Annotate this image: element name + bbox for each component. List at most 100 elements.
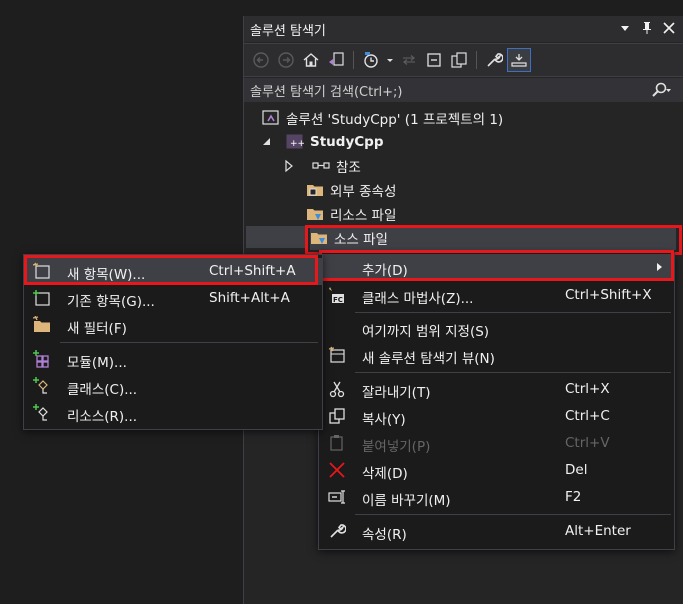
resource-files-label: 리소스 파일 — [330, 208, 397, 224]
cpp-project-icon: ++ — [286, 133, 304, 151]
svg-text:FC: FC — [333, 296, 343, 304]
switch-views-icon[interactable] — [325, 49, 347, 71]
submenu-class-label: 클래스(C)... — [67, 382, 138, 398]
panel-title-bar: 솔루션 탐색기 — [244, 16, 683, 42]
properties-wrench-icon[interactable] — [483, 49, 505, 71]
class-icon — [33, 377, 51, 395]
submenu-resource-label: 리소스(R)... — [67, 409, 138, 425]
menu-item-properties[interactable]: 속성(R) Alt+Enter — [319, 518, 674, 545]
svg-text:++: ++ — [290, 139, 304, 149]
tree-item-resource-files[interactable]: 리소스 파일 — [306, 202, 396, 226]
menu-item-rename-label: 이름 바꾸기(M) — [362, 493, 451, 509]
menu-item-copy-shortcut: Ctrl+C — [565, 408, 610, 424]
menu-item-paste-label: 붙여넣기(P) — [362, 439, 431, 455]
menu-item-delete-shortcut: Del — [565, 462, 588, 478]
resource-folder-icon — [306, 205, 324, 223]
submenu-item-new-item[interactable]: 새 항목(W)... Ctrl+Shift+A — [24, 258, 322, 285]
menu-item-class-wizard-shortcut: Ctrl+Shift+X — [565, 287, 652, 303]
source-folder-icon — [310, 229, 328, 247]
new-item-icon — [32, 262, 51, 280]
menu-item-rename[interactable]: 이름 바꾸기(M) F2 — [319, 484, 674, 511]
new-filter-folder-icon — [32, 315, 51, 334]
menu-item-cut-shortcut: Ctrl+X — [565, 381, 610, 397]
paste-icon — [328, 434, 346, 452]
menu-item-delete[interactable]: 삭제(D) Del — [319, 457, 674, 484]
submenu-existing-item-shortcut: Shift+Alt+A — [209, 290, 290, 306]
menu-separator — [355, 372, 671, 373]
show-all-files-icon[interactable] — [448, 49, 470, 71]
add-submenu: 새 항목(W)... Ctrl+Shift+A 기존 항목(G)... Shif… — [23, 254, 323, 430]
external-dependencies-folder-icon — [306, 181, 324, 199]
existing-item-icon — [33, 289, 51, 307]
collapse-all-icon[interactable] — [423, 49, 445, 71]
menu-item-paste-shortcut: Ctrl+V — [565, 435, 610, 451]
menu-item-copy[interactable]: 복사(Y) Ctrl+C — [319, 403, 674, 430]
toolbar-separator — [353, 51, 354, 69]
search-icon[interactable] — [650, 81, 672, 103]
pending-changes-filter-icon[interactable] — [360, 49, 382, 71]
tree-item-solution[interactable]: 솔루션 'StudyCpp' (1 프로젝트의 1) — [262, 106, 503, 130]
cut-icon — [328, 380, 346, 398]
home-icon[interactable] — [300, 49, 322, 71]
panel-title: 솔루션 탐색기 — [250, 23, 326, 39]
back-icon[interactable] — [250, 49, 272, 71]
external-dependencies-label: 외부 종속성 — [330, 184, 397, 200]
class-wizard-icon: FC — [328, 286, 346, 304]
menu-item-add-label: 추가(D) — [362, 263, 408, 279]
resource-icon — [33, 404, 51, 422]
expanded-arrow-icon[interactable] — [258, 133, 270, 151]
submenu-item-class[interactable]: 클래스(C)... — [24, 373, 322, 400]
submenu-arrow-icon — [656, 259, 666, 277]
menu-item-new-view-label: 새 솔루션 탐색기 뷰(N) — [362, 351, 495, 367]
menu-item-new-explorer-view[interactable]: 새 솔루션 탐색기 뷰(N) — [319, 342, 674, 369]
search-placeholder: 솔루션 탐색기 검색(Ctrl+;) — [250, 84, 403, 100]
search-input[interactable]: 솔루션 탐색기 검색(Ctrl+;) — [244, 78, 683, 102]
panel-toolbar — [244, 43, 683, 77]
delete-x-icon — [328, 461, 346, 479]
menu-item-cut-label: 잘라내기(T) — [362, 385, 431, 401]
tree-item-external-dependencies[interactable]: 외부 종속성 — [306, 178, 396, 202]
menu-item-add[interactable]: 추가(D) — [319, 254, 674, 281]
context-menu: 추가(D) FC 클래스 마법사(Z)... Ctrl+Shift+X 여기까지… — [318, 252, 675, 550]
copy-icon — [328, 407, 346, 425]
collapsed-arrow-icon[interactable] — [280, 157, 293, 175]
menu-item-cut[interactable]: 잘라내기(T) Ctrl+X — [319, 376, 674, 403]
submenu-new-filter-label: 새 필터(F) — [67, 321, 127, 337]
preview-selected-items-icon[interactable] — [507, 48, 531, 72]
tree-item-references[interactable]: 참조 — [280, 154, 361, 178]
solution-label: 솔루션 'StudyCpp' (1 프로젝트의 1) — [286, 112, 504, 128]
menu-item-paste[interactable]: 붙여넣기(P) Ctrl+V — [319, 430, 674, 457]
references-icon — [312, 157, 330, 175]
tree-item-project[interactable]: ++ StudyCpp — [258, 130, 384, 154]
close-icon[interactable] — [662, 20, 676, 36]
module-icon — [33, 350, 51, 368]
menu-item-scope-to-this[interactable]: 여기까지 범위 지정(S) — [319, 315, 674, 342]
menu-item-class-wizard[interactable]: FC 클래스 마법사(Z)... Ctrl+Shift+X — [319, 282, 674, 309]
project-label: StudyCpp — [310, 134, 384, 150]
chevron-down-icon[interactable] — [385, 49, 395, 71]
tree-item-source-files[interactable]: 소스 파일 — [310, 226, 676, 250]
selection-highlight — [246, 226, 306, 248]
submenu-item-module[interactable]: 모듈(M)... — [24, 346, 322, 373]
submenu-item-new-filter[interactable]: 새 필터(F) — [24, 312, 322, 339]
menu-separator — [355, 514, 671, 515]
toolbar-separator — [476, 51, 477, 69]
menu-item-delete-label: 삭제(D) — [362, 466, 408, 482]
forward-icon[interactable] — [275, 49, 297, 71]
menu-separator — [355, 312, 671, 313]
submenu-item-existing-item[interactable]: 기존 항목(G)... Shift+Alt+A — [24, 285, 322, 312]
source-files-label: 소스 파일 — [334, 232, 388, 248]
dropdown-arrow-icon[interactable] — [618, 20, 632, 36]
pin-icon[interactable] — [640, 20, 654, 36]
submenu-existing-item-label: 기존 항목(G)... — [67, 294, 155, 310]
submenu-module-label: 모듈(M)... — [67, 355, 127, 371]
menu-item-properties-label: 속성(R) — [362, 527, 407, 543]
solution-icon — [262, 109, 280, 127]
submenu-new-item-shortcut: Ctrl+Shift+A — [209, 263, 296, 279]
menu-item-scope-label: 여기까지 범위 지정(S) — [362, 324, 490, 340]
menu-item-copy-label: 복사(Y) — [362, 412, 406, 428]
submenu-item-resource[interactable]: 리소스(R)... — [24, 400, 322, 427]
sync-with-document-icon[interactable] — [398, 49, 420, 71]
menu-item-class-wizard-label: 클래스 마법사(Z)... — [362, 291, 474, 307]
new-explorer-view-icon — [328, 346, 346, 364]
